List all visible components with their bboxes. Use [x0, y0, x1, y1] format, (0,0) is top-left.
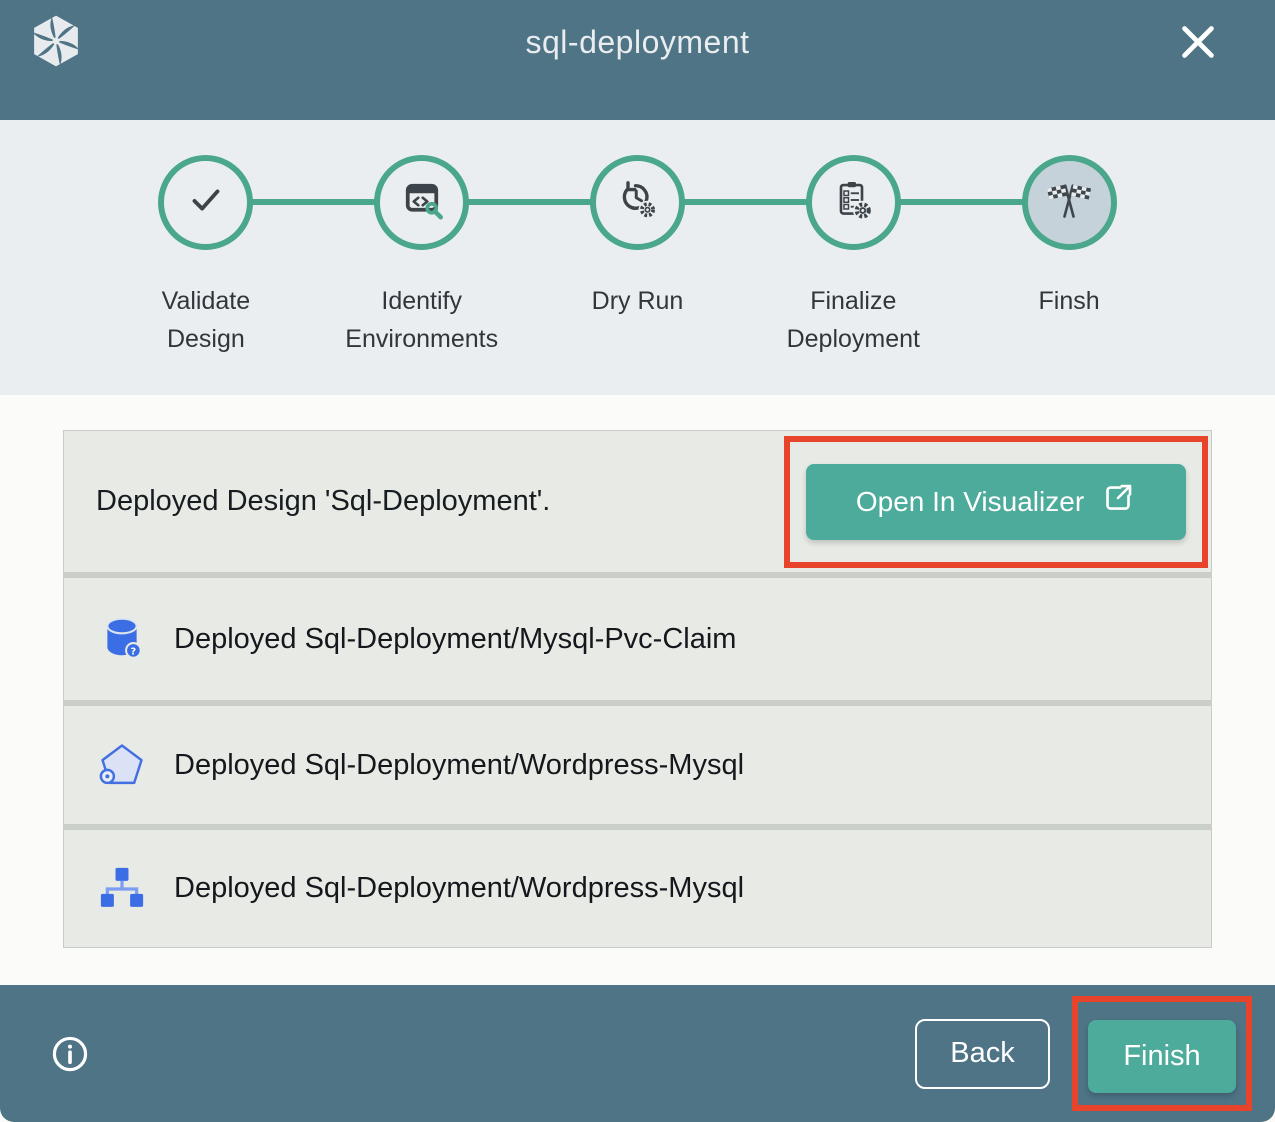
step-circle-finish[interactable]	[1022, 155, 1117, 250]
deployed-design-text: Deployed Design 'Sql-Deployment'.	[96, 485, 550, 518]
pvc-database-icon: ?	[96, 613, 148, 665]
deployed-item-text: Deployed Sql-Deployment/Mysql-Pvc-Claim	[174, 623, 736, 656]
modal-header: sql-deployment	[0, 0, 1275, 120]
svg-text:?: ?	[131, 646, 137, 657]
external-link-icon	[1100, 480, 1136, 523]
code-setup-icon	[398, 176, 446, 229]
annotation-highlight: Finish	[1072, 996, 1252, 1111]
step-label: Finalize Deployment	[787, 283, 920, 358]
back-button[interactable]: Back	[915, 1019, 1050, 1089]
step-label: Identify Environments	[345, 283, 498, 358]
service-pentagon-icon	[96, 739, 148, 791]
step-finish: Finsh	[961, 155, 1177, 358]
deployed-item-row: Deployed Sql-Deployment/Wordpress-Mysql	[63, 829, 1212, 948]
open-in-visualizer-button[interactable]: Open In Visualizer	[806, 464, 1186, 540]
step-label: Finsh	[1039, 283, 1100, 321]
close-icon[interactable]	[1174, 18, 1222, 66]
finalize-clipboard-icon	[829, 176, 877, 229]
step-circle-finalize[interactable]	[806, 155, 901, 250]
step-circle-validate[interactable]	[158, 155, 253, 250]
step-finalize-deployment: Finalize Deployment	[745, 155, 961, 358]
step-identify-environments: Identify Environments	[314, 155, 530, 358]
modal-title: sql-deployment	[0, 24, 1275, 61]
wizard-stepper: Validate Design	[0, 120, 1275, 395]
deployed-design-banner: Deployed Design 'Sql-Deployment'. Open I…	[63, 430, 1212, 573]
step-validate-design: Validate Design	[98, 155, 314, 358]
deployment-hierarchy-icon	[96, 863, 148, 915]
check-icon	[183, 177, 229, 228]
deployed-item-text: Deployed Sql-Deployment/Wordpress-Mysql	[174, 749, 744, 782]
finish-button[interactable]: Finish	[1088, 1020, 1236, 1093]
deployment-results: Deployed Design 'Sql-Deployment'. Open I…	[0, 395, 1275, 948]
modal-footer: Back Finish	[0, 985, 1275, 1122]
deployed-item-row: ? Deployed Sql-Deployment/Mysql-Pvc-Clai…	[63, 577, 1212, 701]
finish-flags-icon	[1045, 176, 1093, 229]
deployment-wizard-modal: sql-deployment Validate	[0, 0, 1275, 1122]
info-icon[interactable]	[48, 1032, 92, 1076]
deployed-item-text: Deployed Sql-Deployment/Wordpress-Mysql	[174, 872, 744, 905]
annotation-highlight: Open In Visualizer	[784, 436, 1208, 568]
deployed-item-row: Deployed Sql-Deployment/Wordpress-Mysql	[63, 705, 1212, 825]
step-circle-identify[interactable]	[374, 155, 469, 250]
dry-run-icon	[613, 176, 661, 229]
step-label: Validate Design	[162, 283, 251, 358]
step-circle-dry-run[interactable]	[590, 155, 685, 250]
step-dry-run: Dry Run	[530, 155, 746, 358]
step-label: Dry Run	[592, 283, 684, 321]
